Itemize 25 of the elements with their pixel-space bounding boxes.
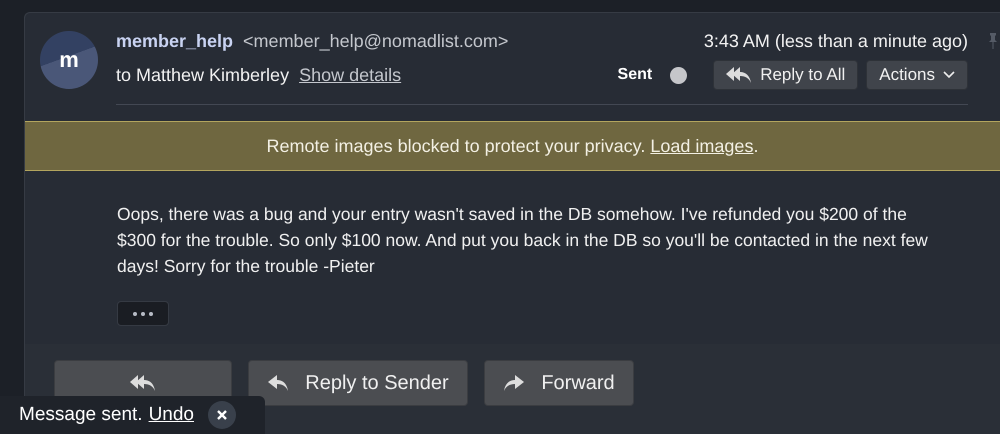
sender-name: member_help: [116, 31, 234, 52]
close-button[interactable]: [208, 401, 236, 429]
undo-link[interactable]: Undo: [148, 404, 194, 426]
recipient: to Matthew Kimberley: [116, 64, 290, 86]
load-images-link[interactable]: Load images: [650, 136, 754, 156]
show-more-button[interactable]: [117, 301, 169, 326]
close-icon: [217, 410, 227, 420]
avatar: m: [40, 31, 98, 89]
message-body: Oops, there was a bug and your entry wasn't saved in the DB somehow. I've refunded you $200 of the $300 for the trouble. So only $100 now. And put you back in the DB so you'll be contacted in the next few days! Sorry for the trouble -Pieter: [117, 203, 929, 278]
forward-icon: [503, 374, 526, 392]
show-details-link[interactable]: Show details: [299, 64, 402, 86]
reply-all-icon: [130, 374, 156, 392]
actions-button[interactable]: Actions: [866, 60, 968, 90]
status-label: Sent: [618, 66, 652, 84]
reply-all-icon: [726, 66, 752, 84]
toast-text: Message sent.: [19, 404, 143, 426]
sender-email: <member_help@nomadlist.com>: [243, 31, 508, 52]
status-dot: [670, 66, 688, 84]
message-time: 3:43 AM (less than a minute ago): [704, 31, 968, 52]
reply-all-button[interactable]: Reply to All: [713, 60, 858, 90]
reply-icon: [267, 374, 290, 392]
banner-text: Remote images blocked to protect your privacy. Load images.: [266, 136, 758, 156]
reply-button[interactable]: Reply to Sender: [248, 360, 468, 406]
chevron-down-icon: [943, 71, 955, 79]
forward-button[interactable]: Forward: [484, 360, 634, 406]
